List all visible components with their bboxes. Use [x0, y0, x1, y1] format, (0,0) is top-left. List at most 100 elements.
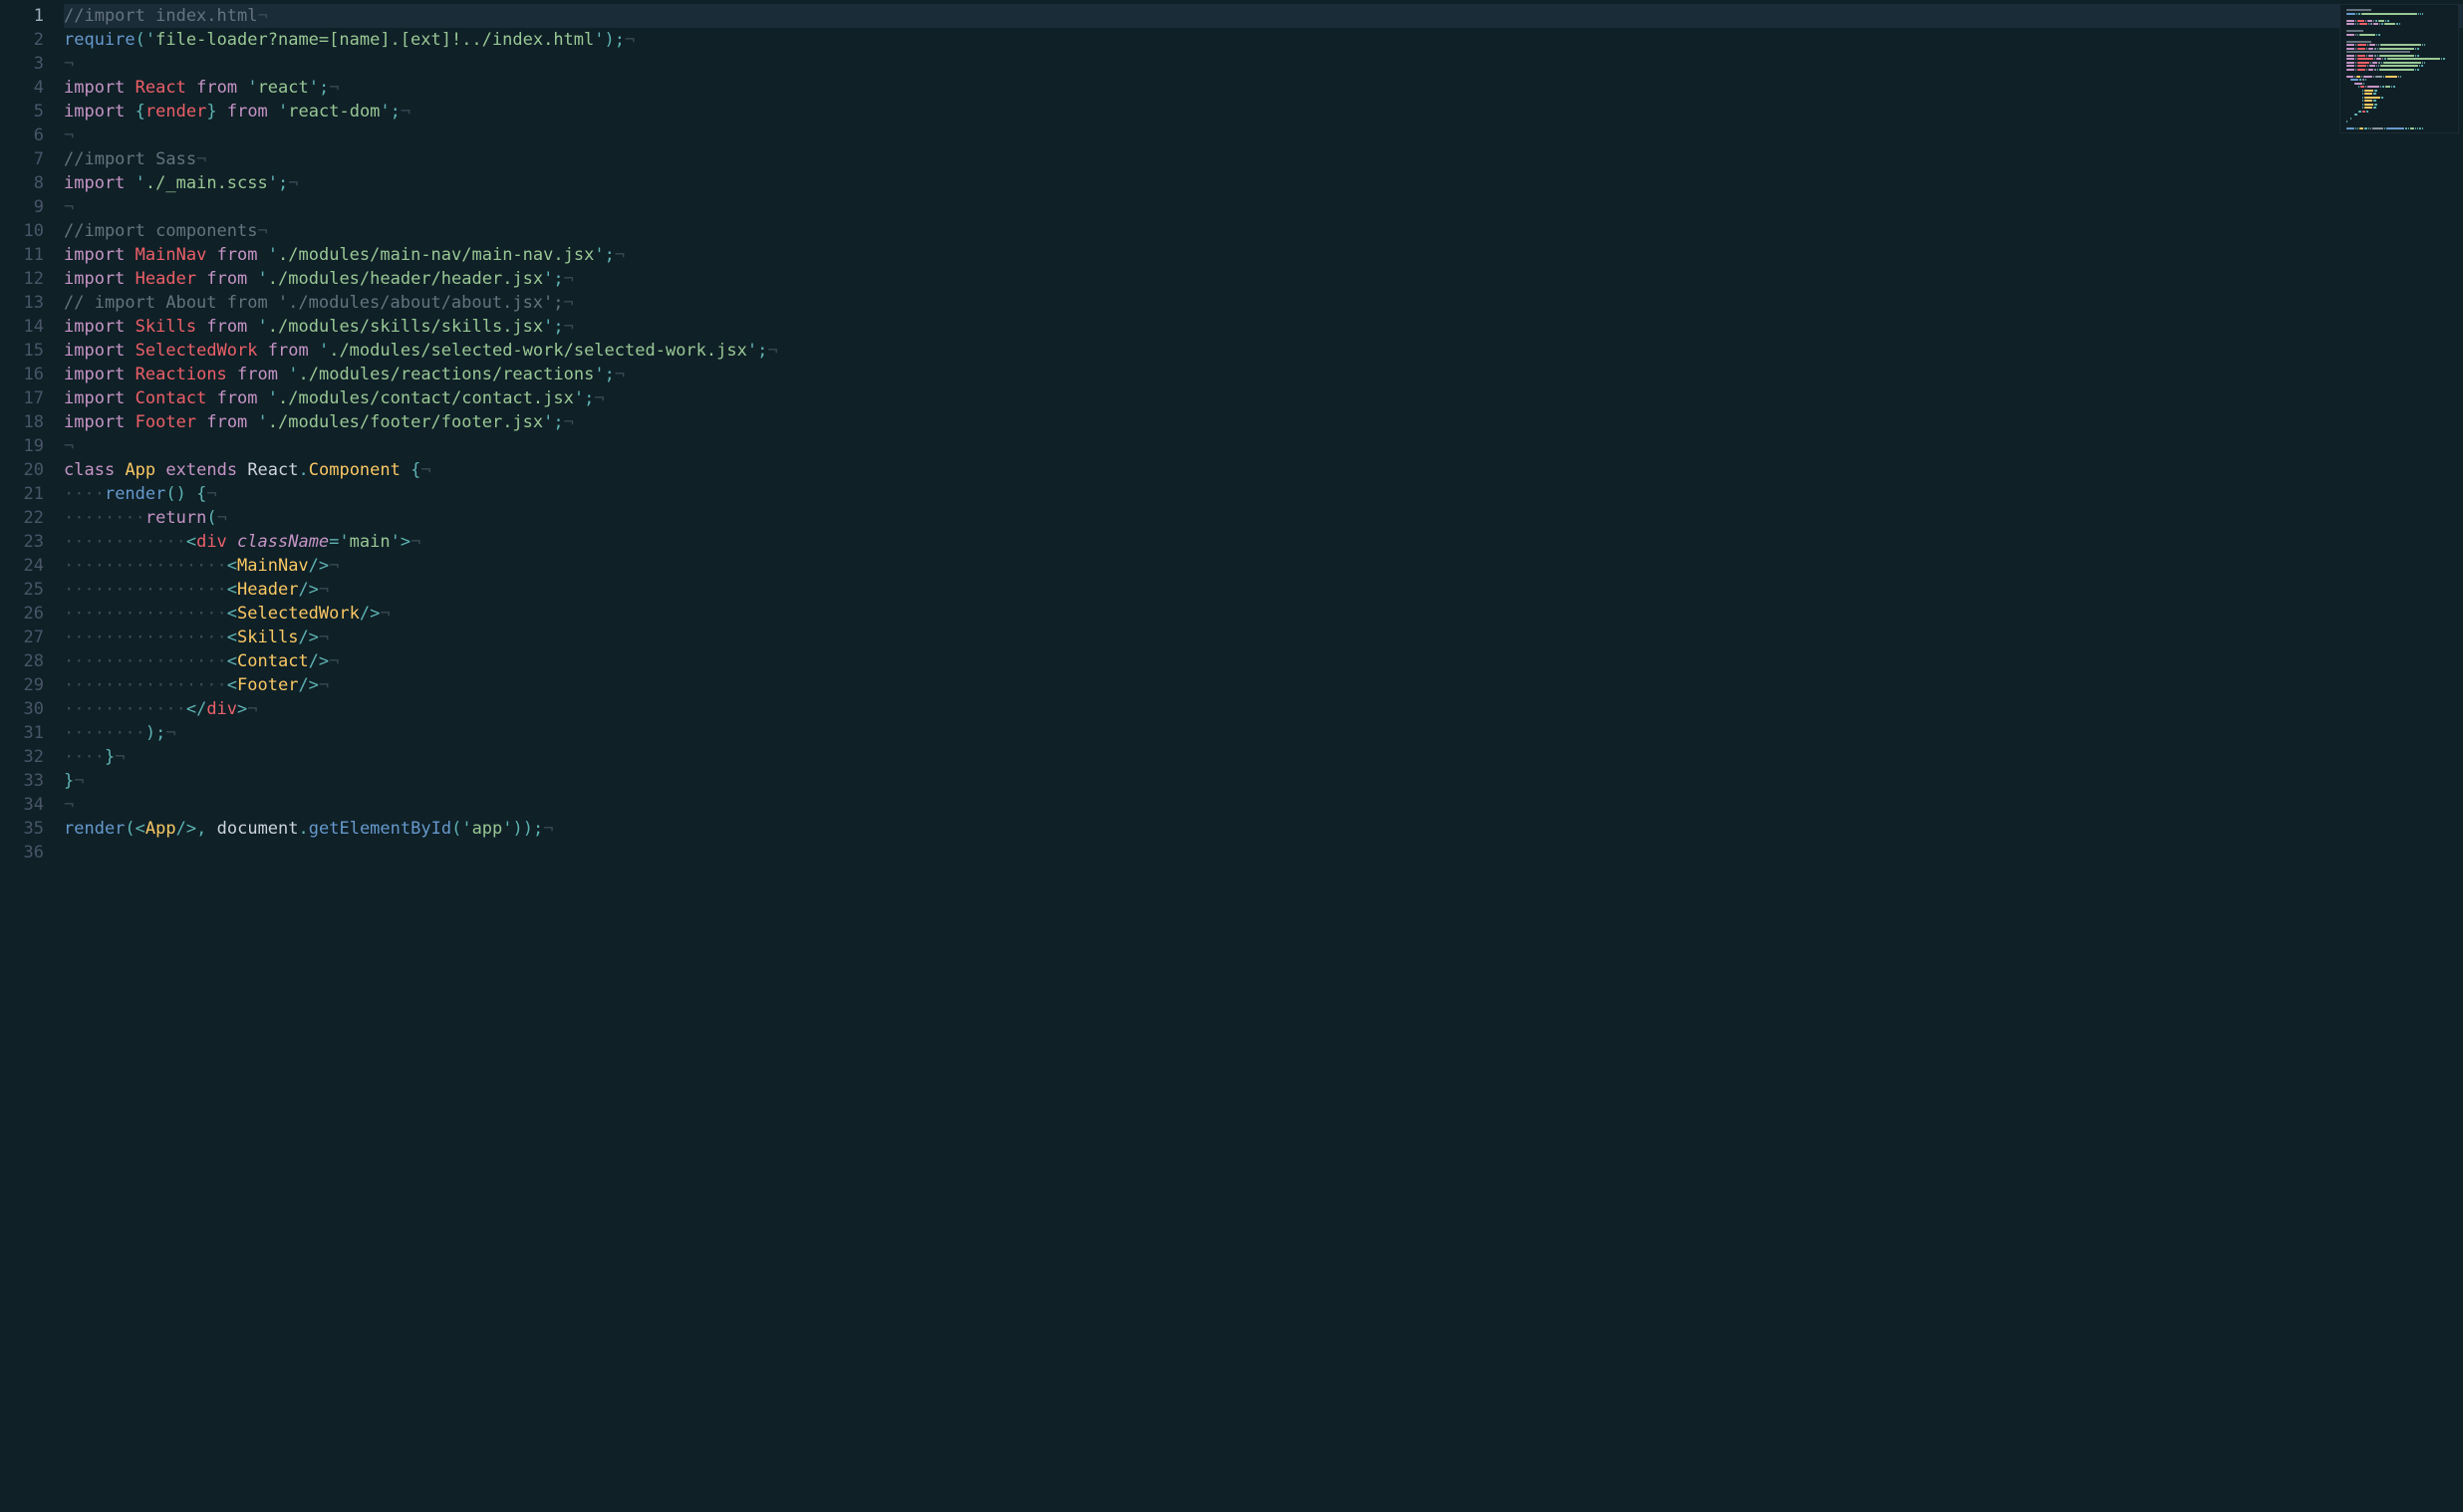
line-number[interactable]: 22	[0, 506, 44, 530]
code-line[interactable]: ¬	[64, 124, 2463, 147]
token-punc: '	[268, 388, 278, 408]
line-number[interactable]: 2	[0, 28, 44, 52]
token-punc: '	[543, 412, 553, 432]
line-number[interactable]: 6	[0, 124, 44, 147]
code-line[interactable]: //import Sass¬	[64, 147, 2463, 171]
code-line[interactable]: ¬	[64, 434, 2463, 458]
code-line[interactable]: ········);¬	[64, 721, 2463, 745]
token-plain	[125, 78, 135, 98]
line-number[interactable]: 36	[0, 841, 44, 865]
token-eol: ¬	[257, 6, 267, 26]
code-line[interactable]: ····}¬	[64, 745, 2463, 769]
token-plain	[125, 341, 135, 361]
line-number[interactable]: 16	[0, 363, 44, 386]
token-punc: '	[594, 365, 604, 384]
code-line[interactable]: class App extends React.Component {¬	[64, 458, 2463, 482]
token-eol: ¬	[319, 580, 329, 600]
line-number[interactable]: 14	[0, 315, 44, 339]
line-number[interactable]: 15	[0, 339, 44, 363]
line-number[interactable]: 7	[0, 147, 44, 171]
line-number[interactable]: 33	[0, 769, 44, 793]
token-punc: '	[247, 78, 257, 98]
line-number[interactable]: 10	[0, 219, 44, 243]
line-number[interactable]: 19	[0, 434, 44, 458]
line-number[interactable]: 34	[0, 793, 44, 817]
line-number[interactable]: 26	[0, 602, 44, 626]
line-number[interactable]: 8	[0, 171, 44, 195]
code-line[interactable]: ¬	[64, 793, 2463, 817]
token-class: Skills	[136, 317, 196, 337]
code-line[interactable]: import Footer from './modules/footer/foo…	[64, 410, 2463, 434]
minimap[interactable]	[2339, 4, 2459, 133]
code-line[interactable]: import SelectedWork from './modules/sele…	[64, 339, 2463, 363]
line-number[interactable]: 27	[0, 626, 44, 649]
line-number[interactable]: 31	[0, 721, 44, 745]
code-line[interactable]: import Header from './modules/header/hea…	[64, 267, 2463, 291]
code-line[interactable]: import React from 'react';¬	[64, 76, 2463, 100]
line-number[interactable]: 21	[0, 482, 44, 506]
code-line[interactable]: ················<MainNav/>¬	[64, 554, 2463, 578]
token-entity: Component	[309, 460, 401, 480]
line-number[interactable]: 11	[0, 243, 44, 267]
line-number[interactable]: 4	[0, 76, 44, 100]
code-line[interactable]: ····render() {¬	[64, 482, 2463, 506]
line-number[interactable]: 30	[0, 697, 44, 721]
code-line[interactable]: }¬	[64, 769, 2463, 793]
code-line[interactable]: require('file-loader?name=[name].[ext]!.…	[64, 28, 2463, 52]
code-line[interactable]: import Reactions from './modules/reactio…	[64, 363, 2463, 386]
line-number[interactable]: 28	[0, 649, 44, 673]
token-ws: ················	[64, 675, 227, 695]
token-punc: '	[319, 341, 329, 361]
code-line[interactable]: import './_main.scss';¬	[64, 171, 2463, 195]
code-line[interactable]: ············<div className='main'>¬	[64, 530, 2463, 554]
code-line[interactable]: render(<App/>, document.getElementById('…	[64, 817, 2463, 841]
code-line[interactable]: ¬	[64, 52, 2463, 76]
code-line[interactable]: ················<Header/>¬	[64, 578, 2463, 602]
code-line[interactable]: import MainNav from './modules/main-nav/…	[64, 243, 2463, 267]
token-punc: <	[136, 819, 145, 839]
code-line[interactable]: ················<Footer/>¬	[64, 673, 2463, 697]
code-line[interactable]: //import index.html¬	[64, 4, 2463, 28]
token-plain	[206, 819, 216, 839]
token-punc: '	[268, 173, 278, 193]
code-area[interactable]: //import index.html¬require('file-loader…	[58, 0, 2463, 1512]
line-number[interactable]: 29	[0, 673, 44, 697]
line-number[interactable]: 18	[0, 410, 44, 434]
code-line[interactable]	[64, 841, 2463, 865]
token-punc: }	[206, 102, 216, 122]
token-punc: ;	[615, 30, 625, 50]
code-line[interactable]: ············</div>¬	[64, 697, 2463, 721]
line-number[interactable]: 9	[0, 195, 44, 219]
token-eol: ¬	[564, 293, 574, 313]
line-number[interactable]: 17	[0, 386, 44, 410]
line-number[interactable]: 24	[0, 554, 44, 578]
code-line[interactable]: ················<Skills/>¬	[64, 626, 2463, 649]
line-number[interactable]: 25	[0, 578, 44, 602]
line-number[interactable]: 3	[0, 52, 44, 76]
token-plain	[237, 460, 247, 480]
code-line[interactable]: import {render} from 'react-dom';¬	[64, 100, 2463, 124]
code-line[interactable]: import Skills from './modules/skills/ski…	[64, 315, 2463, 339]
line-number[interactable]: 1	[0, 4, 44, 28]
line-number[interactable]: 32	[0, 745, 44, 769]
code-line[interactable]: ················<SelectedWork/>¬	[64, 602, 2463, 626]
line-number[interactable]: 35	[0, 817, 44, 841]
line-number[interactable]: 23	[0, 530, 44, 554]
line-number[interactable]: 12	[0, 267, 44, 291]
token-str: ./modules/skills/skills.jsx	[268, 317, 543, 337]
code-line[interactable]: ················<Contact/>¬	[64, 649, 2463, 673]
code-line[interactable]: ¬	[64, 195, 2463, 219]
token-punc: />	[176, 819, 196, 839]
token-eol: ¬	[206, 484, 216, 504]
code-line[interactable]: import Contact from './modules/contact/c…	[64, 386, 2463, 410]
code-line[interactable]: // import About from './modules/about/ab…	[64, 291, 2463, 315]
line-number[interactable]: 5	[0, 100, 44, 124]
token-plain: React	[247, 460, 298, 480]
code-line[interactable]: ········return(¬	[64, 506, 2463, 530]
code-line[interactable]: //import components¬	[64, 219, 2463, 243]
line-number[interactable]: 20	[0, 458, 44, 482]
code-editor[interactable]: 1234567891011121314151617181920212223242…	[0, 0, 2463, 1512]
token-plain	[206, 388, 216, 408]
line-number[interactable]: 13	[0, 291, 44, 315]
line-number-gutter[interactable]: 1234567891011121314151617181920212223242…	[0, 0, 58, 1512]
